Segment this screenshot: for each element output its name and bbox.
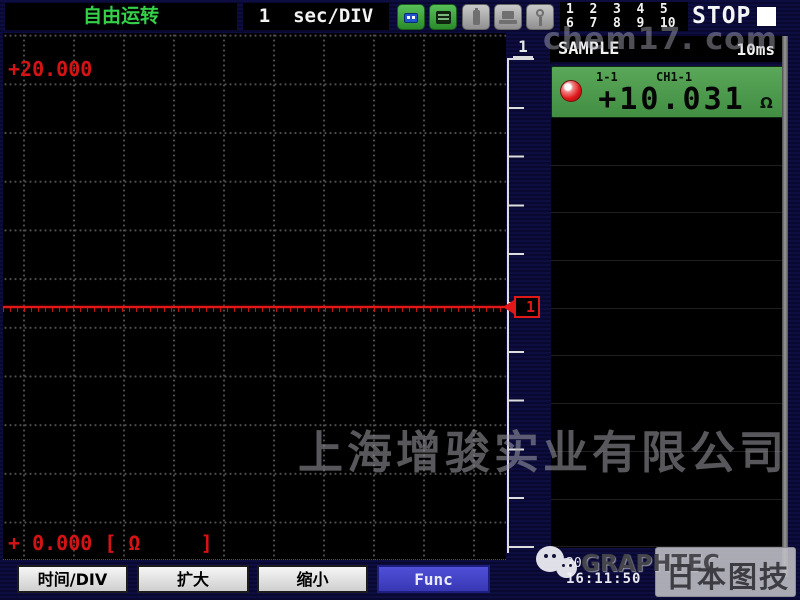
scale-bottom-bracket	[507, 546, 534, 548]
lower-span-label: + 0.000 [ Ω ]	[8, 531, 213, 555]
empty-channel-row	[551, 452, 787, 500]
empty-channel-row	[551, 500, 787, 548]
channel-row-bottom: 6 7 8 9 10	[566, 16, 676, 31]
channel-row-top: 1 2 3 4 5	[566, 2, 668, 17]
time-text: 16:11:50	[566, 571, 641, 587]
trace-position-marker: 1	[514, 296, 540, 318]
wechat-bubble-large	[536, 546, 564, 572]
shrink-button[interactable]: 缩小	[257, 565, 368, 593]
key-stem-glyph	[539, 17, 542, 26]
empty-channel-row	[551, 309, 787, 357]
battery-icon-glyph	[473, 10, 480, 25]
channel-value: +10.031	[586, 82, 758, 117]
record-led-icon	[560, 80, 582, 102]
date-text: 20	[566, 556, 582, 571]
empty-channel-row	[551, 356, 787, 404]
pc-screen-glyph	[502, 11, 514, 19]
empty-channel-row	[551, 213, 787, 261]
sample-interval-value: 10ms	[736, 40, 775, 59]
memory-line	[438, 18, 449, 20]
battery-icon[interactable]	[462, 4, 490, 30]
trace-position-arrow	[503, 300, 514, 314]
mode-status-box: 自由运转	[5, 3, 237, 30]
time-div-button[interactable]: 时间/DIV	[17, 565, 128, 593]
empty-channel-list	[551, 118, 787, 548]
channel-unit: Ω	[760, 94, 773, 112]
key-icon[interactable]	[526, 4, 554, 30]
channel-1-display[interactable]: 1-1 CH1-1 +10.031 Ω	[551, 66, 787, 118]
memory-icon[interactable]	[429, 4, 457, 30]
waveform-grid: +20.000 + 0.000 [ Ω ]	[3, 33, 506, 560]
watermark-brand-cn: 日本图技	[666, 554, 790, 596]
channel-number-grid: 1 2 3 4 5 6 7 8 9 10	[560, 2, 688, 31]
pc-base-glyph	[499, 20, 517, 24]
stop-square-icon	[757, 7, 776, 26]
ch1-trace-fringe	[3, 308, 506, 312]
wechat-eye	[562, 564, 565, 567]
pc-icon[interactable]	[494, 4, 522, 30]
sample-rate-bar: SAMPLE 10ms	[550, 36, 787, 62]
upper-span-label: +20.000	[8, 57, 92, 81]
scale-top-bracket	[507, 58, 534, 60]
empty-channel-row	[551, 118, 787, 166]
expand-button[interactable]: 扩大	[137, 565, 249, 593]
run-status-label: STOP	[692, 3, 751, 29]
watermark-brand-box	[655, 547, 796, 597]
wechat-eye	[552, 554, 556, 558]
scale-group-number: 1	[513, 37, 533, 58]
logger-screen: 自由运转 1 sec/DIV 1 2 3 4 5 6 7 8 9 10 STOP…	[0, 0, 800, 600]
wechat-eye	[544, 554, 548, 558]
usb-pin	[407, 16, 410, 19]
empty-channel-row	[551, 166, 787, 214]
panel-scrollbar[interactable]	[782, 36, 788, 577]
sample-label: SAMPLE	[558, 39, 619, 59]
battery-nub	[475, 8, 478, 11]
usb-pin	[412, 16, 415, 19]
memory-line	[438, 14, 449, 16]
func-button[interactable]: Func	[377, 565, 490, 593]
empty-channel-row	[551, 261, 787, 309]
key-bow-glyph	[536, 9, 544, 17]
usb-icon[interactable]	[397, 4, 425, 30]
timebase-display: 1 sec/DIV	[243, 3, 389, 30]
empty-channel-row	[551, 404, 787, 452]
